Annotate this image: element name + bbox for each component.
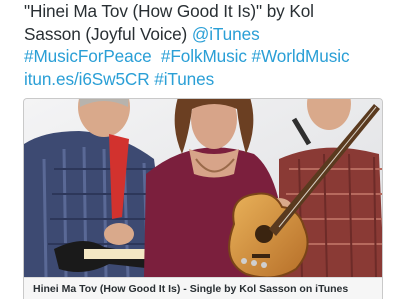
tweet-title-text: "Hinei Ma Tov (How Good It Is)" by Kol xyxy=(24,1,314,21)
tweet-artist-text: Sasson (Joyful Voice) xyxy=(24,23,192,44)
hashtag-folk-music-link[interactable]: #FolkMusic xyxy=(161,46,247,66)
tweet-line-4: itun.es/i6Sw5CR #iTunes xyxy=(24,68,396,91)
tweet-line-2: Sasson (Joyful Voice) @iTunes xyxy=(24,23,396,46)
card-caption[interactable]: Hinei Ma Tov (How Good It Is) - Single b… xyxy=(24,277,382,299)
short-url-link[interactable]: itun.es/i6Sw5CR xyxy=(24,69,150,89)
tweet-text: "Hinei Ma Tov (How Good It Is)" by Kol S… xyxy=(24,0,396,90)
tweet-line-1: "Hinei Ma Tov (How Good It Is)" by Kol xyxy=(24,0,396,23)
hashtag-itunes-link[interactable]: #iTunes xyxy=(154,69,214,89)
hashtag-music-for-peace-link[interactable]: #MusicForPeace xyxy=(24,46,152,66)
media-card[interactable]: Hinei Ma Tov (How Good It Is) - Single b… xyxy=(23,98,383,299)
mention-itunes-link[interactable]: @iTunes xyxy=(192,24,260,44)
card-photo[interactable] xyxy=(24,99,383,277)
hashtag-world-music-link[interactable]: #WorldMusic xyxy=(252,46,350,66)
tweet-line-3: #MusicForPeace #FolkMusic #WorldMusic xyxy=(24,45,396,68)
